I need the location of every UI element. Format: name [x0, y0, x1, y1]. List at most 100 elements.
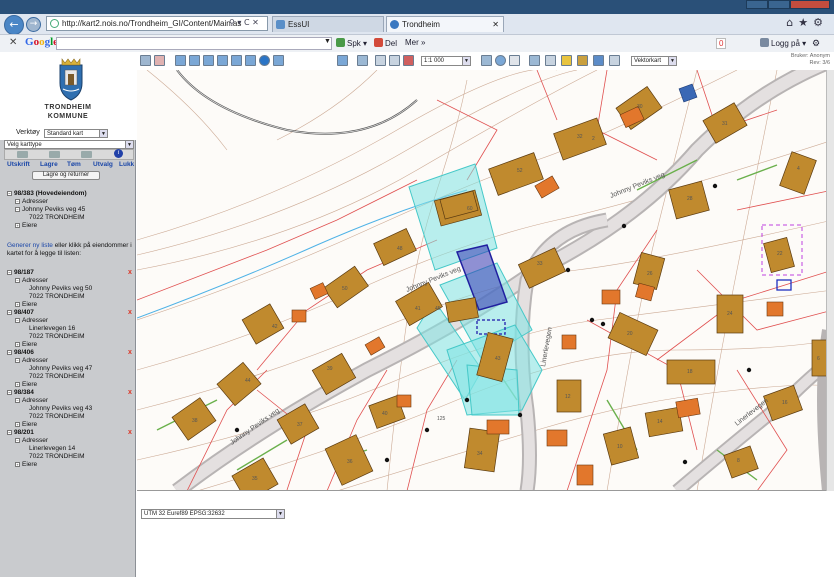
tab-essui[interactable]: EssUI [272, 16, 384, 32]
tree-node-eiere[interactable]: + Eiere [7, 301, 92, 309]
remove-property-icon[interactable]: x [128, 389, 132, 396]
tree-node-property[interactable]: −98/201 [7, 429, 92, 437]
search-dropdown-icon[interactable]: ▼ [324, 38, 331, 45]
favorites-star-icon[interactable]: ★ [798, 16, 813, 29]
coordinate-icon[interactable] [529, 55, 540, 66]
tree-node-eiere[interactable]: + Eiere [7, 461, 92, 469]
info-tool-icon[interactable] [495, 55, 506, 66]
home-icon[interactable]: ⌂ [786, 16, 798, 29]
chevron-down-icon: ▼ [99, 130, 107, 137]
sidebar: TRONDHEIM KOMMUNE Verktøy Standard kart … [0, 52, 136, 577]
zoom-out-icon[interactable] [189, 55, 200, 66]
zoom-next-icon[interactable] [245, 55, 256, 66]
lagre-link[interactable]: Lagre [40, 161, 58, 168]
svg-text:18: 18 [687, 369, 693, 375]
remove-property-icon[interactable]: x [128, 269, 132, 276]
kommune-name-line1: TRONDHEIM [44, 104, 92, 111]
tab-trondheim[interactable]: Trondheim ✕ [386, 16, 504, 32]
back-arrow-icon[interactable] [259, 55, 270, 66]
minimize-button[interactable] [746, 0, 768, 9]
list-icon[interactable] [81, 151, 92, 158]
layers-stack-icon[interactable] [593, 55, 604, 66]
buildings-icon[interactable] [577, 55, 588, 66]
tree-node-property[interactable]: −98/407 [7, 309, 92, 317]
lagre-og-returner-button[interactable]: Lagre og returner [32, 171, 100, 180]
tree-node-eiere[interactable]: + Eiere [7, 341, 92, 349]
utskrift-link[interactable]: Utskrift [7, 161, 30, 168]
property-address: Johnny Peviks veg 43 [29, 405, 93, 412]
remove-property-icon[interactable]: x [128, 309, 132, 316]
close-toolbar-icon[interactable]: ✕ [9, 37, 17, 48]
svg-text:39: 39 [327, 366, 333, 372]
remove-property-icon[interactable]: x [128, 349, 132, 356]
wrench-icon[interactable]: ⚙ [812, 38, 820, 49]
tree-node-adresser[interactable]: − Adresser [7, 198, 87, 206]
tree-node-property[interactable]: −98/187 [7, 269, 92, 277]
generer-ny-liste-link[interactable]: Generer ny liste [7, 242, 53, 249]
maximize-button[interactable] [768, 0, 790, 9]
layer-a-icon[interactable] [389, 55, 400, 66]
settings-gear-icon[interactable]: ⚙ [813, 16, 828, 29]
tree-node-address[interactable]: − Johnny Peviks veg 45 [7, 206, 87, 214]
zoom-in-icon[interactable] [175, 55, 186, 66]
svg-text:34: 34 [477, 451, 483, 457]
magnifier-icon[interactable] [17, 151, 28, 158]
mer-button[interactable]: Mer » [405, 38, 425, 47]
draw-line-icon[interactable] [357, 55, 368, 66]
coordinate-system-select[interactable]: UTM 32 Euref89 EPSG:32632 ▼ [141, 509, 285, 519]
google-search-input[interactable] [56, 37, 332, 50]
map-vertical-scrollbar[interactable] [826, 70, 834, 491]
tree-node-postal: 7022 TRONDHEIM [29, 214, 85, 221]
lock-icon[interactable] [561, 55, 572, 66]
verktoy-value: Standard kart [47, 131, 84, 137]
report-icon[interactable] [403, 55, 414, 66]
pan-tool-icon[interactable] [140, 55, 151, 66]
tree-node-adresser[interactable]: − Adresser [7, 437, 92, 445]
tree-node-adresser[interactable]: − Adresser [7, 397, 92, 405]
tree-node-adresser[interactable]: − Adresser [7, 357, 92, 365]
tree-node-eiere[interactable]: + Eiere [7, 222, 87, 230]
print-icon[interactable] [375, 55, 386, 66]
measure-icon[interactable] [337, 55, 348, 66]
tree-node-adresser[interactable]: − Adresser [7, 317, 92, 325]
scale-select[interactable]: 1:1 000 ▼ [421, 56, 471, 66]
spk-button[interactable]: Spk ▾ [336, 38, 367, 48]
verktoy-select[interactable]: Standard kart ▼ [44, 129, 108, 138]
address-tools[interactable]: ⚲ ▾ C ✕ [229, 16, 259, 29]
forward-button[interactable]: → [26, 17, 41, 32]
tree-node-property[interactable]: −98/384 [7, 389, 92, 397]
tree-node-eiere[interactable]: + Eiere [7, 421, 92, 429]
zoom-previous-icon[interactable] [231, 55, 242, 66]
tree-node-eiere[interactable]: + Eiere [7, 381, 92, 389]
tree-node-adresser[interactable]: − Adresser [7, 277, 92, 285]
svg-text:42: 42 [272, 324, 278, 330]
login-button[interactable]: Logg på ▾ [760, 38, 806, 48]
map-svg[interactable]: Johnny Peviks veg Johnny Peviks veg John… [137, 70, 833, 491]
background-map-select[interactable]: Vektorkart ▼ [631, 56, 677, 66]
tree-node-property[interactable]: −98/406 [7, 349, 92, 357]
karttype-select[interactable]: Velg karttype ▼ [4, 140, 134, 149]
layers-icon[interactable] [49, 151, 60, 158]
remove-property-icon[interactable]: x [128, 429, 132, 436]
map-canvas[interactable]: Johnny Peviks veg Johnny Peviks veg John… [137, 70, 833, 491]
notification-count[interactable]: 0 [716, 38, 727, 49]
info-icon[interactable]: i [114, 149, 123, 158]
back-button[interactable]: ← [4, 15, 24, 35]
export-icon[interactable] [481, 55, 492, 66]
tom-link[interactable]: Tøm [67, 161, 81, 168]
identify-icon[interactable] [509, 55, 520, 66]
erase-tool-icon[interactable] [154, 55, 165, 66]
utvalg-link[interactable]: Utvalg [93, 161, 113, 168]
svg-text:60: 60 [467, 206, 473, 212]
svg-text:4: 4 [797, 166, 800, 172]
lukk-link[interactable]: Lukk [119, 161, 134, 168]
map-layer-icon[interactable] [545, 55, 556, 66]
refresh-map-icon[interactable] [273, 55, 284, 66]
clear-icon[interactable] [609, 55, 620, 66]
zoom-extent-icon[interactable] [203, 55, 214, 66]
zoom-box-icon[interactable] [217, 55, 228, 66]
del-button[interactable]: Del [374, 38, 397, 48]
close-tab-icon[interactable]: ✕ [492, 17, 499, 32]
close-window-button[interactable] [790, 0, 830, 9]
tree-node-main-property[interactable]: −98/383 (Hovedeiendom) [7, 190, 87, 198]
